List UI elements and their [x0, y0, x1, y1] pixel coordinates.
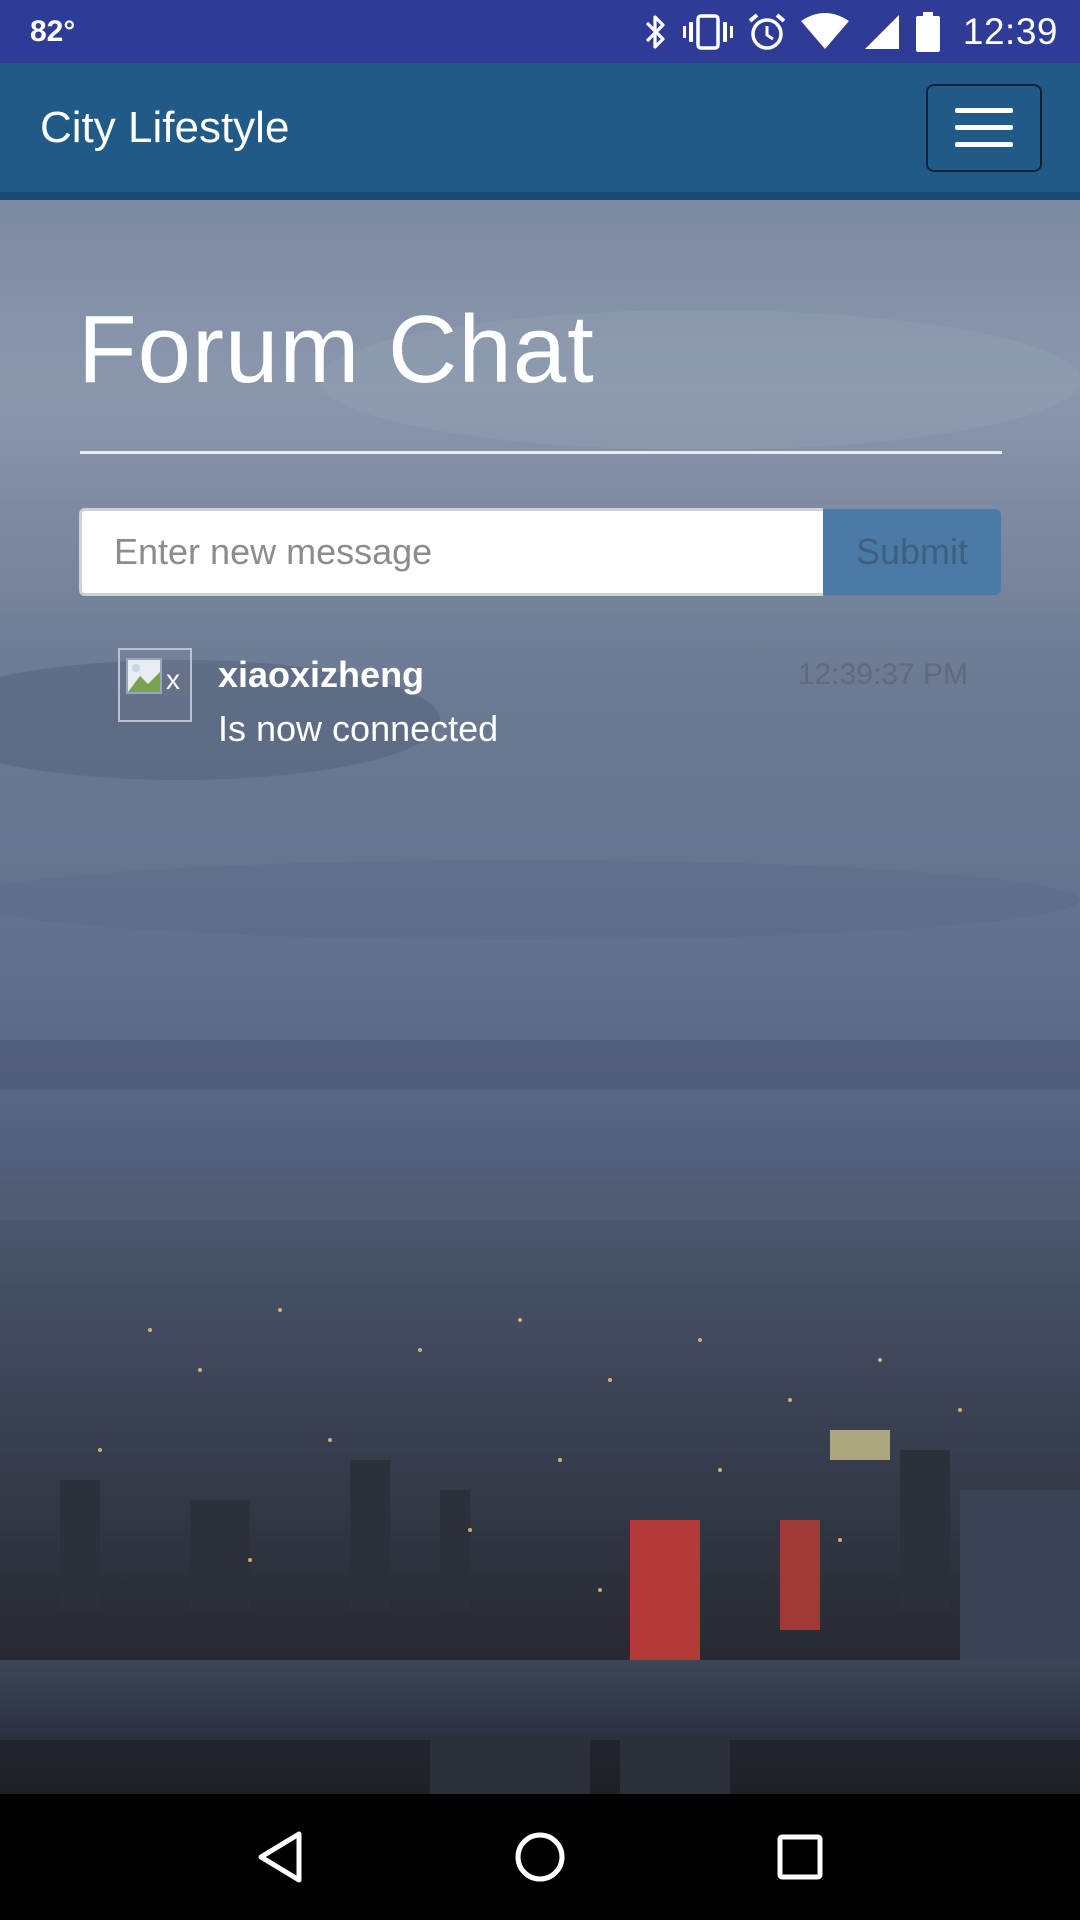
home-icon [515, 1832, 565, 1882]
back-icon [258, 1831, 302, 1883]
page-title: Forum Chat [78, 296, 595, 403]
recents-button[interactable] [750, 1807, 850, 1907]
broken-image-icon [126, 658, 162, 694]
city-background-image [0, 200, 1080, 1794]
status-bar: 82° 12:39 [0, 0, 1080, 63]
message-username: xiaoxizheng [218, 654, 425, 695]
message-text: Is now connected [218, 708, 499, 749]
back-button[interactable] [230, 1807, 330, 1907]
message-form: Submit [79, 508, 1001, 596]
signal-icon [863, 13, 901, 51]
message-input[interactable] [79, 508, 823, 596]
app-bar: City Lifestyle [0, 63, 1080, 200]
wifi-icon [800, 12, 849, 51]
home-button[interactable] [490, 1807, 590, 1907]
hamburger-menu-icon [955, 108, 1013, 113]
title-divider [80, 451, 1002, 454]
submit-button[interactable]: Submit [823, 509, 1001, 595]
status-time: 12:39 [962, 10, 1058, 52]
bluetooth-icon [643, 13, 669, 51]
status-icons: 12:39 [643, 11, 1058, 53]
brand-link[interactable]: City Lifestyle [40, 103, 289, 153]
vibrate-icon [682, 13, 733, 51]
status-temperature: 82° [30, 14, 76, 48]
battery-icon [915, 11, 941, 52]
navigation-bar [0, 1794, 1080, 1920]
avatar: x [118, 648, 192, 722]
chat-message-list: x xiaoxizheng Is now connected 12:39:37 … [118, 648, 968, 758]
recents-icon [777, 1834, 823, 1880]
message-timestamp: 12:39:37 PM [797, 658, 968, 691]
menu-toggle-button[interactable] [926, 83, 1042, 172]
avatar-alt-text: x [166, 664, 180, 695]
main-content: Forum Chat Submit x xiaoxizheng Is now c… [0, 200, 1080, 1794]
chat-message: x xiaoxizheng Is now connected 12:39:37 … [118, 648, 968, 758]
alarm-icon [747, 12, 787, 52]
